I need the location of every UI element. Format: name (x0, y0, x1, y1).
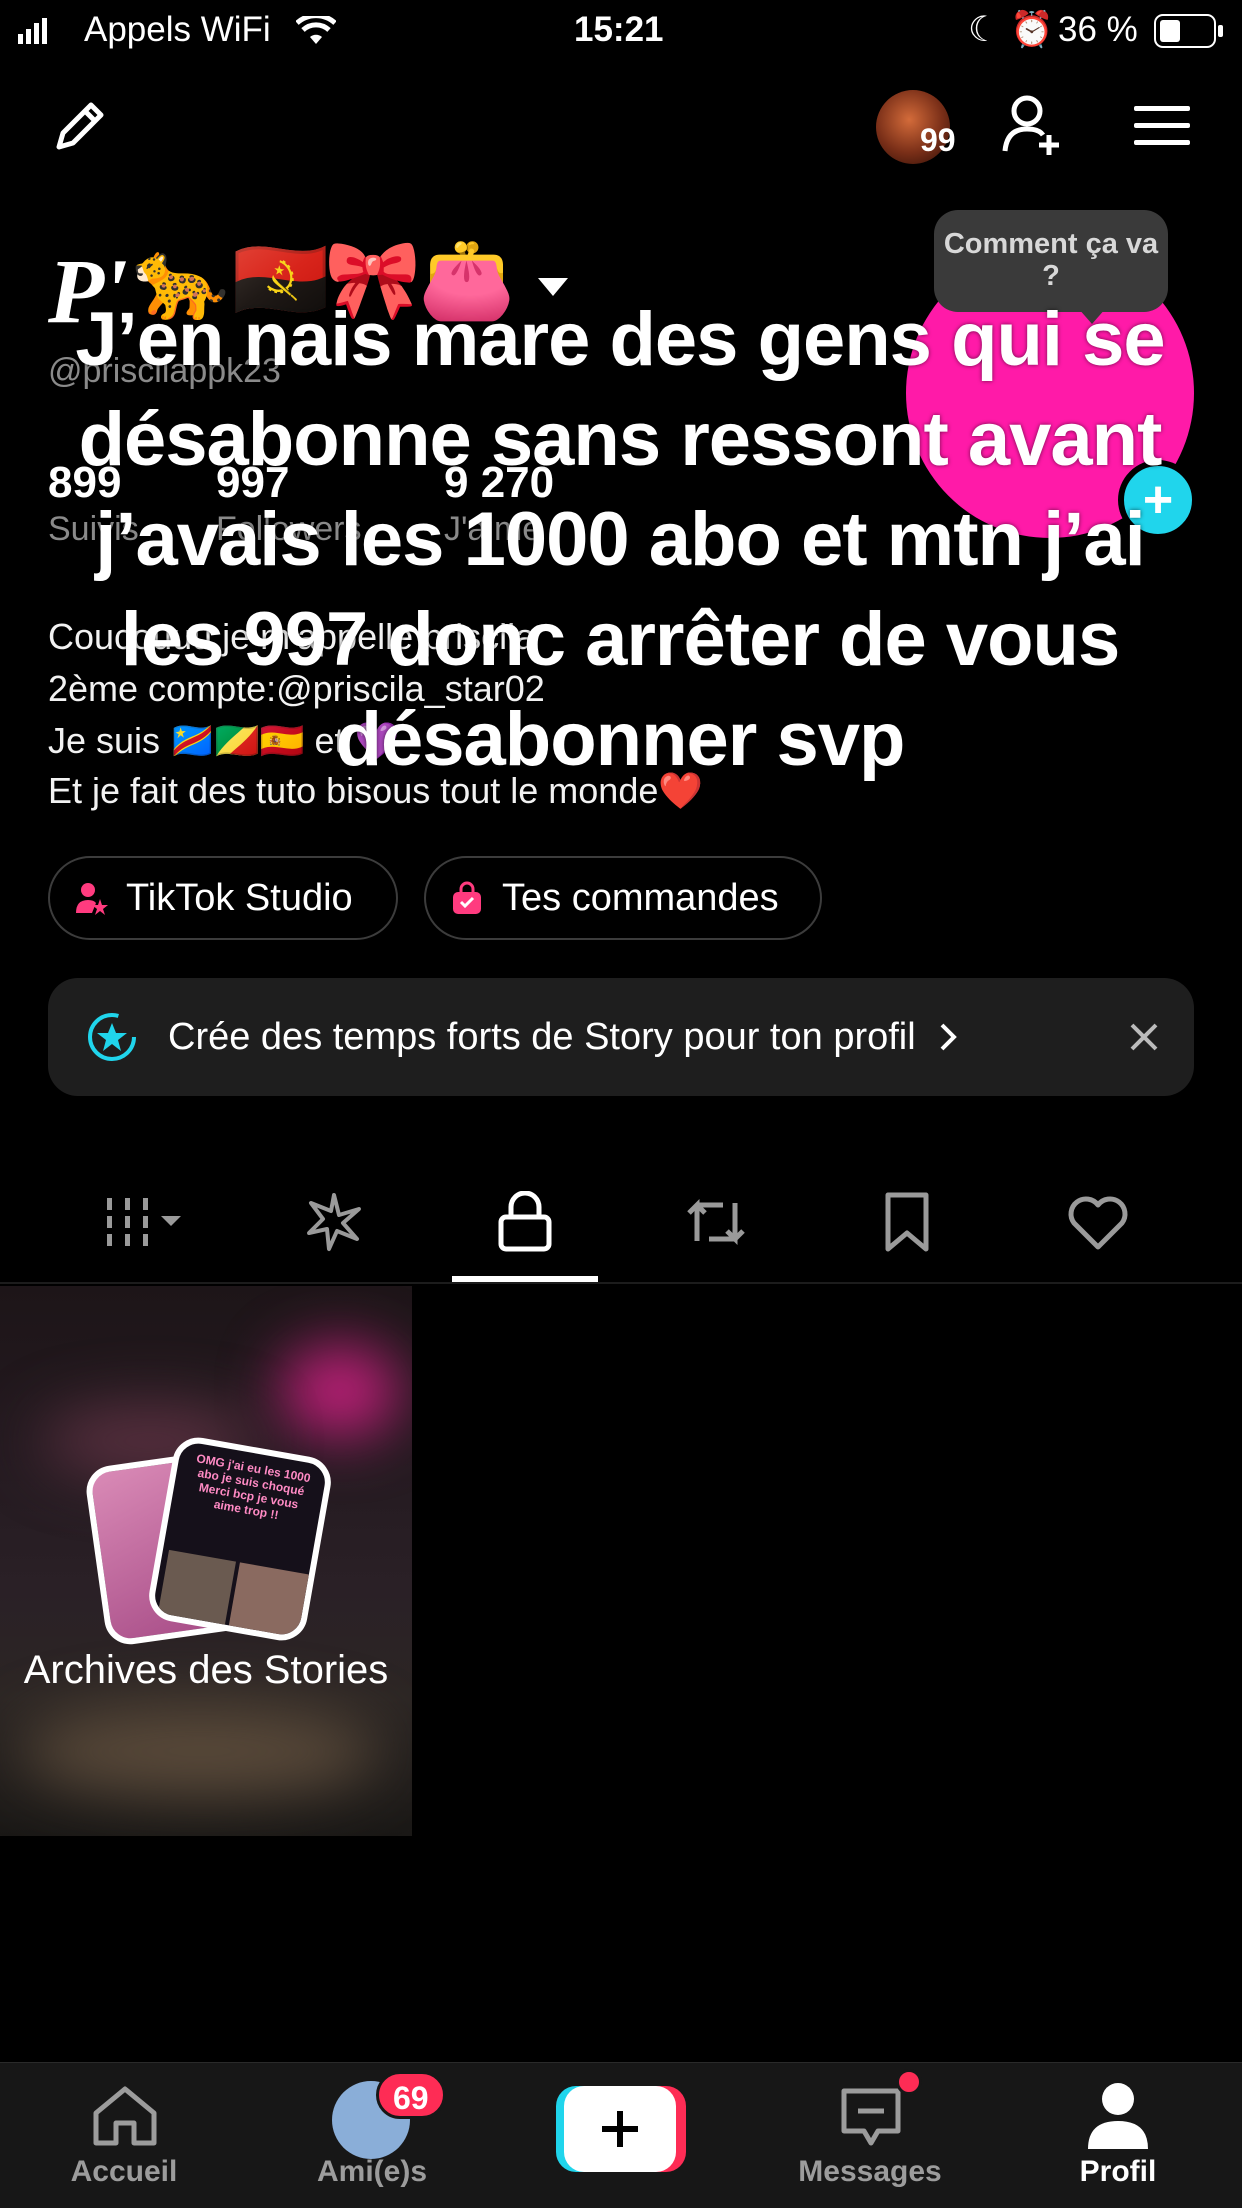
messages-icon (841, 2088, 901, 2146)
shopping-bag-icon (450, 881, 484, 915)
add-friend-icon[interactable] (998, 90, 1070, 162)
tab-videos[interactable] (74, 1160, 224, 1284)
create-plus-icon (564, 2086, 676, 2172)
tab-reposts[interactable] (646, 1160, 786, 1284)
nav-friends[interactable]: 69 Ami(e)s (272, 2063, 472, 2208)
orders-label: Tes commandes (502, 876, 779, 919)
tab-private[interactable] (455, 1160, 595, 1284)
heart-icon (1068, 1196, 1128, 1250)
alarm-icon: ⏰ (1010, 10, 1054, 49)
repost-icon (687, 1198, 745, 1246)
story-archive-tile[interactable]: OMG j'ai eu les 1000 abo je suis choqué … (0, 1286, 412, 1836)
battery-percent: 36 % (1058, 10, 1138, 49)
nav-profile[interactable]: Profil (1018, 2063, 1218, 2208)
story-highlights-banner[interactable]: Crée des temps forts de Story pour ton p… (48, 978, 1194, 1096)
active-tab-indicator (452, 1276, 598, 1282)
orders-button[interactable]: Tes commandes (424, 856, 822, 940)
tiktok-studio-button[interactable]: TikTok Studio (48, 856, 398, 940)
status-bar: Appels WiFi 15:21 ☾ ⏰ 36 % (0, 0, 1242, 62)
clock: 15:21 (574, 10, 664, 49)
overlay-text: J’en nais mare des gens qui se désabonne… (75, 297, 1165, 782)
moon-icon: ☾ (968, 10, 1000, 49)
star-badge-icon (88, 1013, 136, 1061)
lock-icon (498, 1191, 552, 1252)
create-button[interactable] (556, 2086, 686, 2172)
tab-liked[interactable] (1028, 1160, 1168, 1284)
blur-blob (20, 1706, 380, 1796)
chevron-right-icon (940, 1023, 957, 1051)
nav-messages-label: Messages (798, 2155, 942, 2188)
notification-count: 99 (920, 122, 956, 158)
grid-icon (107, 1198, 181, 1246)
home-icon (93, 2086, 157, 2146)
tab-highlights[interactable] (264, 1160, 404, 1284)
archive-thumb-front: OMG j'ai eu les 1000 abo je suis choqué … (145, 1433, 335, 1645)
battery-icon (1154, 14, 1223, 48)
profile-icon (1088, 2083, 1148, 2149)
banner-text: Crée des temps forts de Story pour ton p… (168, 1015, 916, 1058)
close-icon[interactable] (1128, 1021, 1160, 1053)
blur-blob (280, 1346, 400, 1436)
wifi-icon (296, 16, 336, 44)
tab-saved[interactable] (837, 1160, 977, 1284)
menu-icon[interactable] (1132, 100, 1192, 152)
messages-dot (896, 2069, 922, 2095)
studio-icon (74, 881, 108, 915)
nav-home[interactable]: Accueil (24, 2063, 224, 2208)
studio-label: TikTok Studio (126, 876, 353, 919)
thumb-photo (227, 1562, 309, 1644)
nav-messages[interactable]: Messages (770, 2063, 970, 2208)
edit-pencil-icon[interactable] (44, 92, 114, 162)
nav-friends-label: Ami(e)s (316, 2155, 428, 2188)
nav-home-label: Accueil (70, 2155, 178, 2188)
signal-icon (18, 18, 47, 44)
profile-tabs (0, 1160, 1242, 1284)
archive-title: Archives des Stories (23, 1648, 389, 1692)
thumb-text: OMG j'ai eu les 1000 abo je suis choqué … (195, 1451, 312, 1523)
bookmark-icon (885, 1192, 929, 1252)
friends-badge: 69 (376, 2071, 446, 2119)
thumb-photo (156, 1549, 237, 1631)
carrier-label: Appels WiFi (84, 10, 271, 49)
nav-profile-label: Profil (1079, 2155, 1157, 2188)
sparkle-icon (307, 1193, 361, 1251)
